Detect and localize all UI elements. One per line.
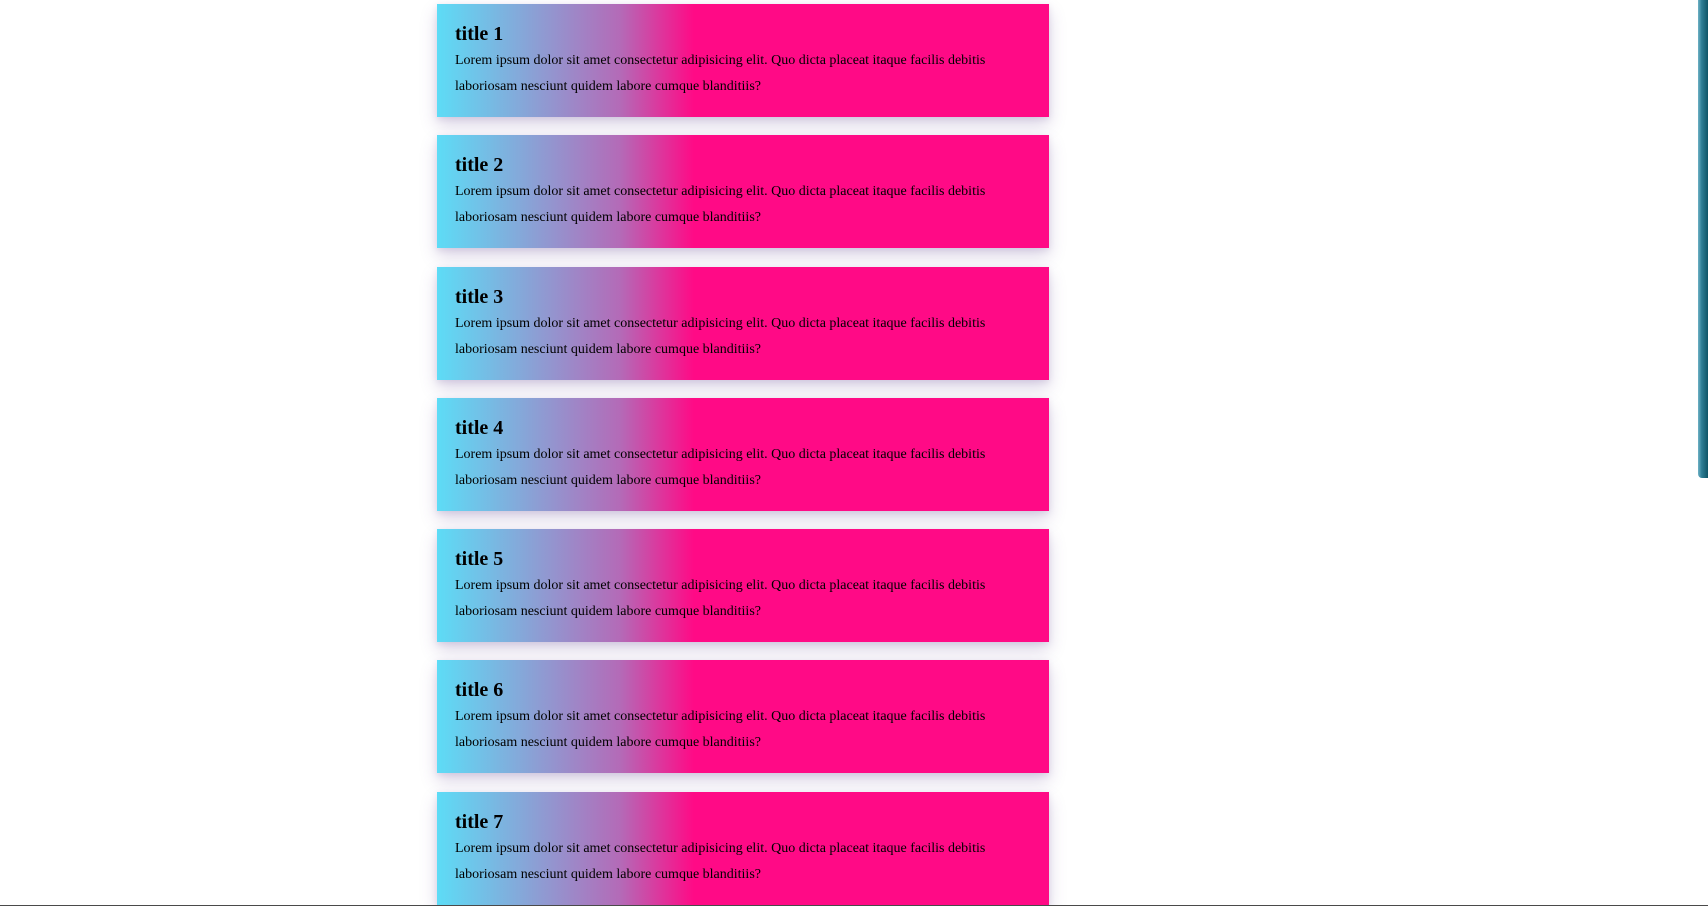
card: title 2 Lorem ipsum dolor sit amet conse…	[437, 135, 1049, 249]
card-text: Lorem ipsum dolor sit amet consectetur a…	[455, 184, 986, 226]
card: title 4 Lorem ipsum dolor sit amet conse…	[437, 397, 1049, 511]
card: title 6 Lorem ipsum dolor sit amet conse…	[437, 660, 1049, 774]
scrollbar-thumb[interactable]	[1698, 0, 1708, 478]
card-title: title 3	[455, 285, 504, 308]
card-text: Lorem ipsum dolor sit amet consectetur a…	[455, 709, 986, 751]
card: title 5 Lorem ipsum dolor sit amet conse…	[437, 529, 1049, 643]
card-title: title 7	[455, 810, 504, 833]
card-text: Lorem ipsum dolor sit amet consectetur a…	[455, 315, 986, 357]
card-text: Lorem ipsum dolor sit amet consectetur a…	[455, 578, 986, 620]
page-viewport: title 1 Lorem ipsum dolor sit amet conse…	[0, 0, 1708, 906]
card-title: title 2	[455, 154, 504, 177]
card-list: title 1 Lorem ipsum dolor sit amet conse…	[437, 4, 1049, 906]
card: title 1 Lorem ipsum dolor sit amet conse…	[437, 4, 1049, 117]
card: title 7 Lorem ipsum dolor sit amet conse…	[437, 791, 1049, 905]
card-title: title 4	[455, 416, 504, 439]
card-title: title 5	[455, 548, 504, 571]
card-title: title 1	[455, 23, 504, 45]
card-text: Lorem ipsum dolor sit amet consectetur a…	[455, 53, 986, 94]
card: title 3 Lorem ipsum dolor sit amet conse…	[437, 266, 1049, 380]
card-title: title 6	[455, 679, 504, 702]
card-text: Lorem ipsum dolor sit amet consectetur a…	[455, 446, 986, 488]
card-text: Lorem ipsum dolor sit amet consectetur a…	[455, 840, 986, 882]
